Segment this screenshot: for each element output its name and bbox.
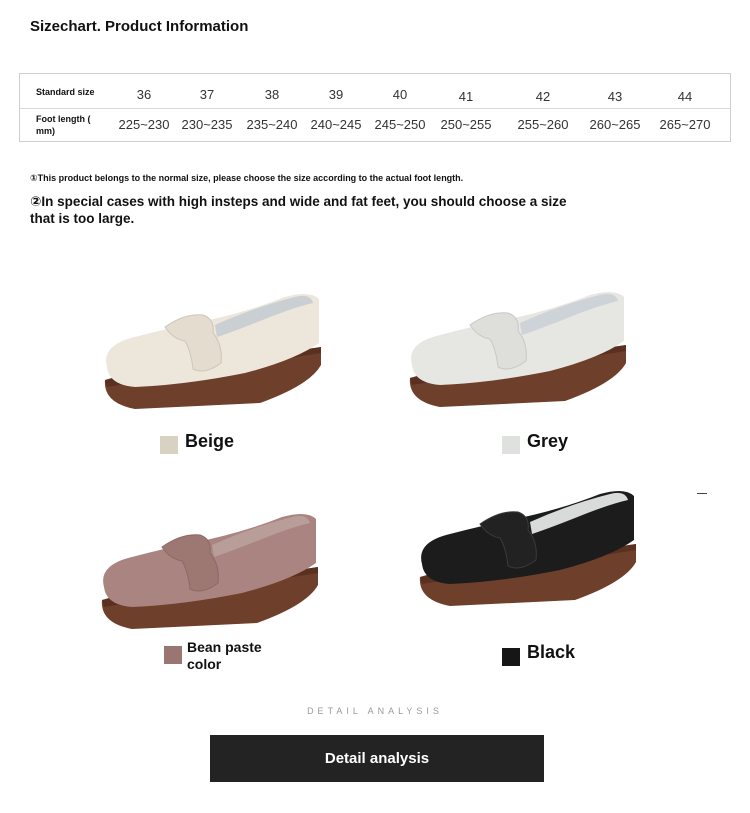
standard-size-row: Standard size 36 37 38 39 40 41 42 43 44 bbox=[20, 74, 730, 109]
length-cell: 255~260 bbox=[517, 117, 569, 132]
black-shoe-image bbox=[419, 490, 636, 606]
beige-color-label: Beige bbox=[185, 431, 235, 451]
bean-paste-color-label: Bean paste color bbox=[187, 639, 262, 672]
standard-size-header: Standard size bbox=[36, 87, 95, 97]
black-swatch bbox=[502, 648, 520, 666]
length-cell: 240~245 bbox=[310, 117, 362, 132]
page-title: Sizechart. Product Information bbox=[30, 18, 249, 35]
foot-length-row: Foot length ( mm) 225~230 230~235 235~24… bbox=[20, 108, 730, 142]
detail-analysis-heading: DETAIL ANALYSIS bbox=[307, 706, 443, 716]
length-cell: 230~235 bbox=[181, 117, 233, 132]
divider-mark bbox=[697, 493, 707, 494]
beige-shoe-image bbox=[104, 293, 321, 409]
beige-swatch bbox=[160, 436, 178, 454]
grey-color-label: Grey bbox=[527, 431, 569, 451]
black-color-label: Black bbox=[527, 642, 576, 662]
length-cell: 245~250 bbox=[374, 117, 426, 132]
length-cell: 250~255 bbox=[440, 117, 492, 132]
size-note-wide-feet: ②In special cases with high insteps and … bbox=[30, 194, 567, 226]
length-cell: 235~240 bbox=[246, 117, 298, 132]
grey-shoe-image bbox=[409, 291, 626, 407]
length-cell: 265~270 bbox=[659, 117, 711, 132]
foot-length-header: Foot length ( mm) bbox=[36, 114, 91, 136]
bean-paste-swatch bbox=[164, 646, 182, 664]
size-cell: 37 bbox=[199, 87, 215, 102]
length-cell: 225~230 bbox=[118, 117, 170, 132]
grey-swatch bbox=[502, 436, 520, 454]
size-cell: 39 bbox=[328, 87, 344, 102]
length-cell: 260~265 bbox=[589, 117, 641, 132]
size-cell: 40 bbox=[392, 87, 408, 102]
detail-analysis-button[interactable]: Detail analysis bbox=[210, 735, 544, 782]
bean-paste-shoe-image bbox=[101, 513, 318, 629]
size-chart-table: Standard size 36 37 38 39 40 41 42 43 44… bbox=[19, 73, 731, 142]
size-cell: 38 bbox=[264, 87, 280, 102]
size-cell: 36 bbox=[136, 87, 152, 102]
size-note-normal: ①This product belongs to the normal size… bbox=[30, 173, 464, 183]
